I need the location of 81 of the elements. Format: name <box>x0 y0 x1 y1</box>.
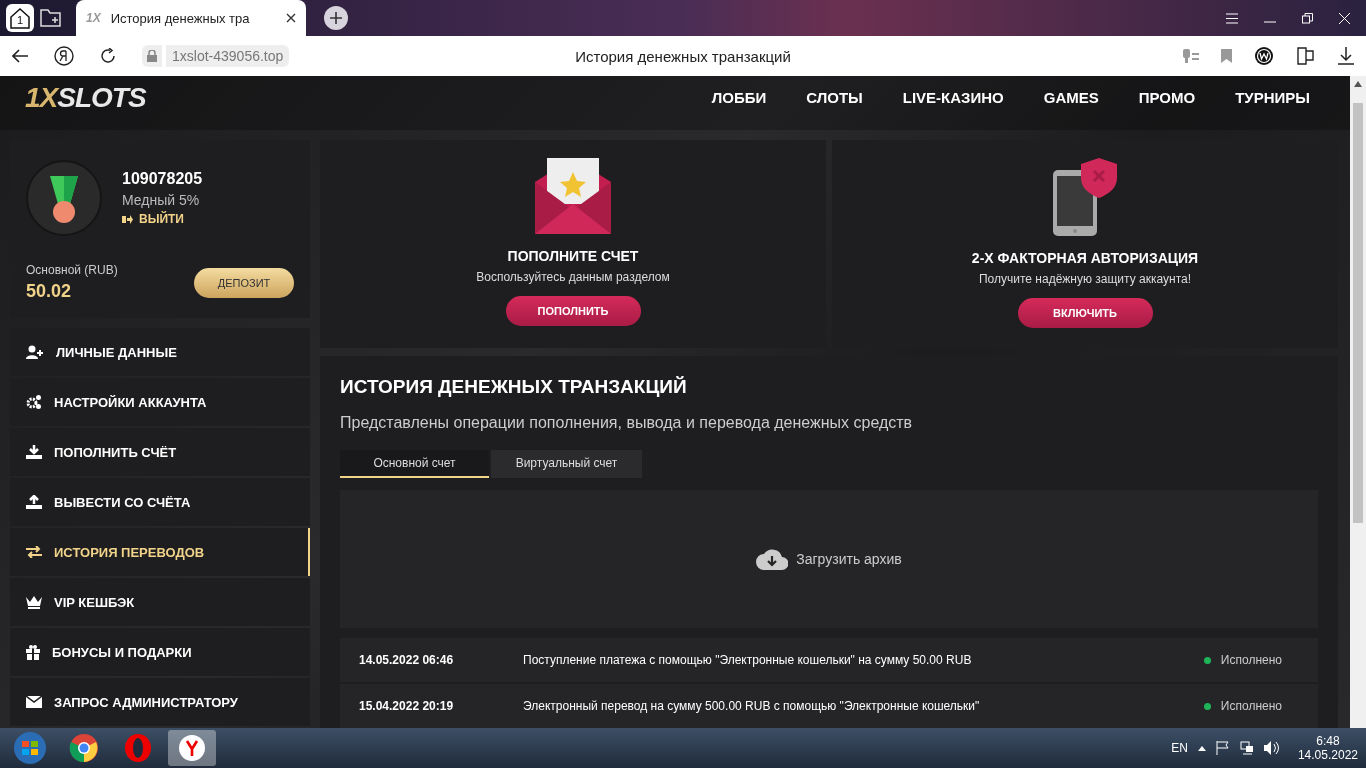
logout-icon <box>122 214 133 224</box>
promo-text: Получите надёжную защиту аккаунта! <box>979 272 1191 286</box>
upload-icon <box>26 495 42 509</box>
new-folder-icon <box>40 9 62 27</box>
user-add-icon <box>26 345 44 359</box>
user-level: Медный 5% <box>122 192 201 208</box>
minimize-icon <box>1264 20 1276 23</box>
sidebar-item[interactable]: VIP КЕШБЭК <box>10 578 310 626</box>
taskbar-clock[interactable]: 6:48 14.05.2022 <box>1297 734 1358 762</box>
tab-count-button[interactable]: 1 <box>6 4 34 32</box>
transaction-date: 15.04.2022 20:19 <box>359 699 455 713</box>
favicon-logo: 1X <box>86 11 101 25</box>
phone-shield-icon <box>1051 158 1119 236</box>
sidebar-item[interactable]: НАСТРОЙКИ АККАУНТА <box>10 378 310 426</box>
gift-icon <box>26 644 40 660</box>
transaction-description: Электронный перевод на сумму 500.00 RUB с помощью "Электронные кошельки" <box>523 699 981 713</box>
transaction-status: Исполнено <box>1220 653 1282 667</box>
close-icon <box>286 13 296 23</box>
nav-link[interactable]: СЛОТЫ <box>806 89 863 106</box>
sidebar-item[interactable]: БОНУСЫ И ПОДАРКИ <box>10 628 310 676</box>
user-id: 109078205 <box>122 170 203 188</box>
speaker-icon <box>1263 741 1280 755</box>
download-icon <box>26 445 42 459</box>
sidebar-item[interactable]: ВЫВЕСТИ СО СЧЁТА <box>10 478 310 526</box>
download-icon <box>1338 47 1354 65</box>
scroll-up-arrow-icon <box>1354 81 1362 87</box>
account-tab[interactable]: Виртуальный счет <box>491 450 642 478</box>
section-title: ИСТОРИЯ ДЕНЕЖНЫХ ТРАНЗАКЦИЙ <box>340 376 688 398</box>
transaction-date: 14.05.2022 06:46 <box>359 653 455 667</box>
promo-text: Воспользуйтесь данным разделом <box>476 270 670 284</box>
restore-icon <box>1302 12 1313 24</box>
crown-icon <box>26 595 42 609</box>
envelope-star-icon <box>535 158 611 234</box>
transaction-status: Исполнено <box>1220 699 1282 713</box>
lock-icon <box>142 45 162 67</box>
close-icon <box>1339 12 1350 24</box>
sidebar-item[interactable]: ЗАПРОС АДМИНИСТРАТОРУ <box>10 678 310 726</box>
sidebar-item[interactable]: ИСТОРИЯ ПЕРЕВОДОВ <box>10 528 310 576</box>
address-field[interactable]: 1xslot-439056.top <box>166 45 290 67</box>
swap-arrows-icon <box>26 546 42 558</box>
balance-amount: 50.02 <box>26 281 73 302</box>
envelope-icon <box>26 696 42 708</box>
extension-logo-icon <box>1254 46 1274 66</box>
taskbar-app[interactable] <box>168 730 216 766</box>
site-logo[interactable]: 1XSLOTS <box>25 82 146 114</box>
logout-link[interactable]: ВЫЙТИ <box>122 212 203 226</box>
medal-avatar-icon <box>26 160 102 236</box>
promo-title: 2-Х ФАКТОРНАЯ АВТОРИЗАЦИЯ <box>971 250 1199 266</box>
promo-button[interactable]: ПОПОЛНИТЬ <box>505 296 641 326</box>
cloud-download-icon <box>756 548 789 570</box>
nav-link[interactable]: ПРОМО <box>1138 89 1196 106</box>
plus-icon <box>330 12 342 24</box>
sidebar-item[interactable]: ЛИЧНЫЕ ДАННЫЕ <box>10 328 310 376</box>
menu-icon <box>1226 12 1238 24</box>
key-icon <box>1183 49 1199 63</box>
flag-icon <box>1215 741 1230 755</box>
page-title: История денежных транзакций <box>575 47 791 65</box>
scrollbar[interactable] <box>1350 76 1366 728</box>
sidebar-item[interactable]: ПОПОЛНИТЬ СЧЁТ <box>10 428 310 476</box>
section-subtitle: Представлены операции пополнения, вывода и перевода денежных средств <box>340 414 914 432</box>
reload-icon <box>100 48 116 64</box>
chevron-up-icon <box>1197 745 1206 751</box>
nav-link[interactable]: LIVE-КАЗИНО <box>902 89 1004 106</box>
bookmark-icon <box>1221 49 1232 63</box>
download-archive-link[interactable]: Загрузить архив <box>756 548 902 570</box>
nav-link[interactable]: ЛОББИ <box>711 89 767 106</box>
language-indicator[interactable]: EN <box>1171 741 1188 755</box>
network-icon <box>1239 741 1254 755</box>
browser-logo-icon <box>54 46 74 66</box>
nav-link[interactable]: ТУРНИРЫ <box>1235 89 1310 106</box>
collections-icon <box>1296 47 1316 65</box>
balance-label: Основной (RUB) <box>26 263 118 277</box>
browser-tab[interactable]: 1X История денежных тра <box>76 0 306 36</box>
deposit-button[interactable]: ДЕПОЗИТ <box>194 267 294 298</box>
nav-link[interactable]: GAMES <box>1043 89 1099 106</box>
promo-button[interactable]: ВКЛЮЧИТЬ <box>1017 298 1153 328</box>
new-tab-button[interactable] <box>324 6 348 30</box>
back-arrow-icon <box>12 49 28 63</box>
transaction-description: Поступление платежа с помощью "Электронные кошельки" на сумму 50.00 RUB <box>523 653 973 667</box>
account-tab[interactable]: Основной счет <box>340 450 489 478</box>
promo-title: ПОПОЛНИТЕ СЧЕТ <box>507 248 639 264</box>
